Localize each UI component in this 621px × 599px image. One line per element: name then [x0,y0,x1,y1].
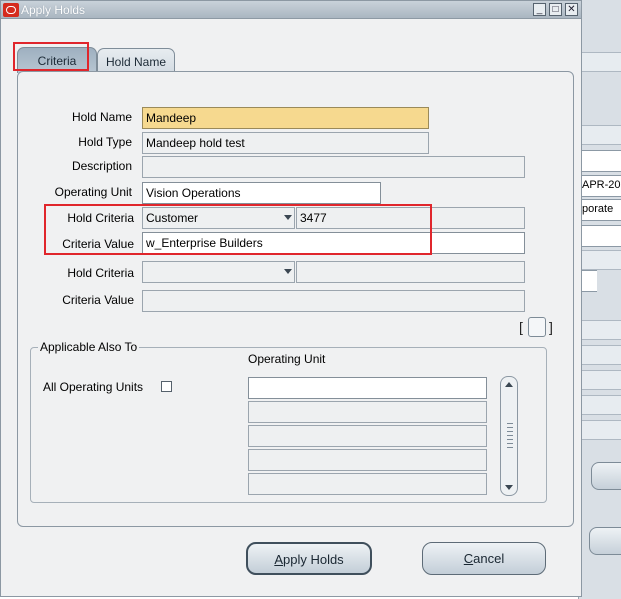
description-field[interactable] [142,156,525,178]
scroll-thumb-grip[interactable] [507,423,513,449]
descriptive-flexfield-button[interactable] [528,317,546,337]
description-label: Description [71,159,132,173]
flexfield-bracket-close: ] [549,319,553,335]
criteria-value-label: Criteria Value [62,293,134,307]
background-button [591,462,621,490]
hold-name-field[interactable]: Mandeep [142,107,429,129]
background-field: porate [579,199,621,221]
operating-unit-field[interactable]: Vision Operations [142,182,381,204]
operating-unit-label: Operating Unit [54,185,132,199]
criteria-value-field[interactable] [142,290,525,312]
ou-row[interactable] [248,473,487,495]
title-bar[interactable]: Apply Holds _ □ ✕ [1,1,581,19]
background-strip [579,395,621,415]
hold-criteria-label: Hold Criteria [67,266,134,280]
apply-holds-mnemonic: A [274,552,283,567]
background-strip [579,345,621,365]
background-strip [579,125,621,145]
oracle-app-icon [3,3,19,17]
apply-holds-button[interactable]: Apply Holds [246,542,372,575]
criteria-tab-highlight [13,42,89,71]
cancel-button-label: ancel [473,551,505,566]
scroll-up-icon[interactable] [505,382,513,387]
background-window: APR-20 porate [578,0,621,599]
group-title: Applicable Also To [38,340,140,354]
ou-row[interactable] [248,401,487,423]
hold-type-label: Hold Type [78,135,132,149]
cancel-mnemonic: C [463,551,474,566]
hold-criteria-select[interactable] [142,261,295,283]
scroll-down-icon[interactable] [505,485,513,490]
operating-unit-column-header: Operating Unit [248,352,326,366]
background-strip [579,250,621,270]
criteria-highlight-box [44,204,432,255]
all-operating-units-label: All Operating Units [43,380,144,394]
tab-hold-name-label: Hold Name [105,55,167,69]
window-title: Apply Holds [21,3,86,17]
background-strip [579,370,621,390]
flexfield-bracket-open: [ [519,319,523,335]
hold-name-label: Hold Name [71,110,132,124]
hold-criteria-id-field[interactable] [296,261,525,283]
chevron-down-icon[interactable] [284,269,292,274]
background-field [579,150,621,172]
background-field: APR-20 [579,175,621,197]
background-strip [579,52,621,72]
cancel-button[interactable]: Cancel [422,542,546,575]
background-field [579,225,621,247]
background-strip [579,420,621,440]
close-icon[interactable]: ✕ [565,3,578,16]
apply-holds-window: Apply Holds _ □ ✕ Criteria Hold Name Hol… [0,0,582,597]
all-operating-units-checkbox[interactable] [161,381,172,392]
background-strip [579,320,621,340]
ou-row[interactable] [248,449,487,471]
ou-scrollbar[interactable] [500,376,518,496]
hold-type-field[interactable]: Mandeep hold test [142,132,429,154]
ou-row[interactable] [248,377,487,399]
apply-holds-button-label: pply Holds [282,552,344,567]
maximize-icon[interactable]: □ [549,3,562,16]
minimize-icon[interactable]: _ [533,3,546,16]
background-button [589,527,621,555]
ou-row[interactable] [248,425,487,447]
